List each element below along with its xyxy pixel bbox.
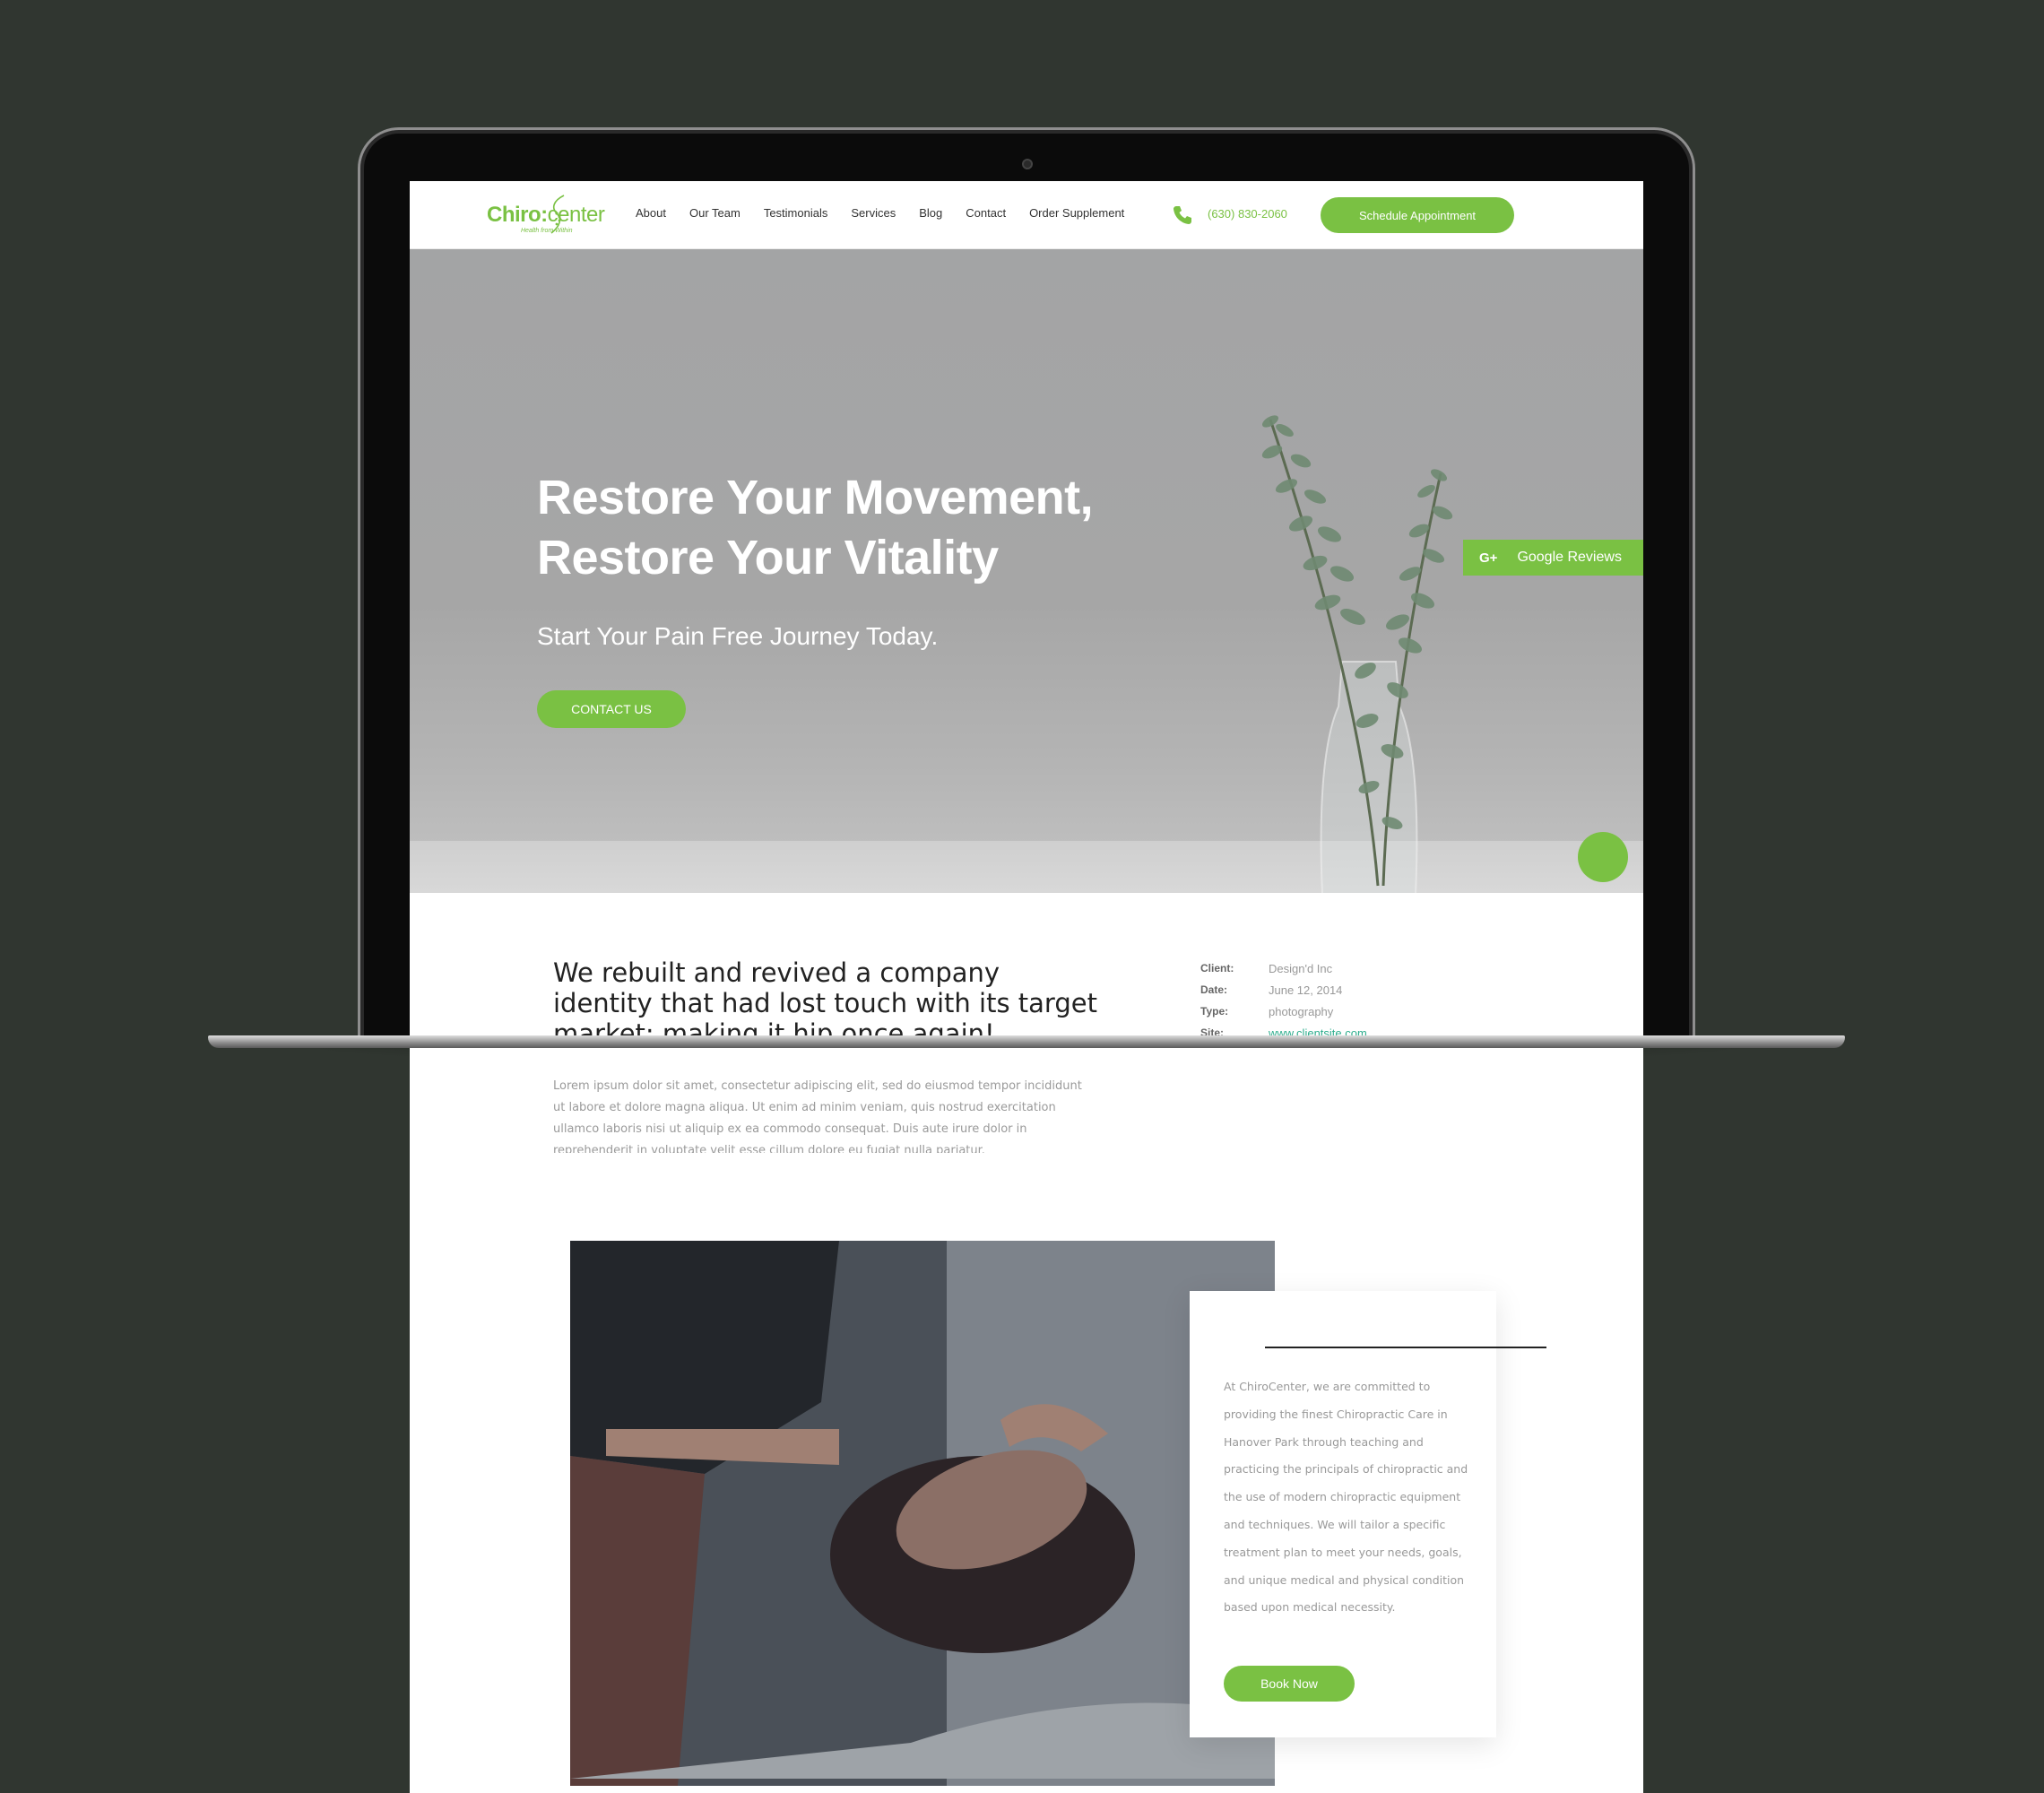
about-card-text: At ChiroCenter, we are committed to prov… (1224, 1380, 1468, 1615)
logo-tagline: Health from Within (521, 228, 573, 234)
hero-subtitle: Start Your Pain Free Journey Today. (537, 622, 939, 650)
chirocenter-logo[interactable]: Chiro:center Health from Within (487, 194, 621, 240)
meta-value: photography (1269, 1004, 1334, 1018)
main-nav: About Our Team Testimonials Services Blo… (636, 206, 1148, 220)
meta-value: Design'd Inc (1269, 961, 1333, 975)
chiropractic-treatment-photo (570, 1241, 1275, 1786)
nav-our-team[interactable]: Our Team (689, 206, 741, 220)
website-page: Chiro:center Health from Within About Ou… (410, 181, 1643, 1793)
meta-key: Client: (1200, 962, 1234, 974)
camera-icon (1022, 159, 1033, 169)
about-card: At ChiroCenter, we are committed to prov… (1190, 1291, 1546, 1737)
meta-key: Type: (1200, 1005, 1229, 1018)
nav-contact[interactable]: Contact (966, 206, 1006, 220)
project-meta: Client: Design'd Inc Date: June 12, 2014… (1200, 957, 1367, 1044)
schedule-appointment-button[interactable]: Schedule Appointment (1321, 197, 1514, 233)
logo-word-center: center (547, 203, 605, 227)
logo-word-chiro: Chiro (487, 203, 541, 227)
meta-key: Date: (1200, 983, 1228, 996)
contact-us-button[interactable]: CONTACT US (537, 690, 686, 728)
hero-title: Restore Your Movement, Restore Your Vita… (537, 468, 1218, 588)
floating-action-button[interactable] (1578, 832, 1628, 882)
eucalyptus-vase-illustration (1261, 415, 1453, 893)
meta-value: June 12, 2014 (1269, 983, 1343, 997)
meta-row-type: Type: photography (1200, 1000, 1367, 1022)
project-description: Lorem ipsum dolor sit amet, consectetur … (553, 1079, 1082, 1153)
card-divider (1265, 1347, 1546, 1348)
laptop-base (208, 1035, 1845, 1048)
treatment-photo-illustration (570, 1241, 1275, 1786)
google-reviews-label: Google Reviews (1517, 550, 1622, 565)
nav-order-supplement[interactable]: Order Supplement (1029, 206, 1124, 220)
google-reviews-tab[interactable]: G+ Google Reviews (1463, 540, 1643, 576)
nav-about[interactable]: About (636, 206, 666, 220)
hero-title-line-1: Restore Your Movement, (537, 471, 1094, 524)
site-header: Chiro:center Health from Within About Ou… (410, 181, 1643, 249)
meta-row-client: Client: Design'd Inc (1200, 957, 1367, 979)
nav-blog[interactable]: Blog (919, 206, 942, 220)
google-plus-icon: G+ (1479, 550, 1498, 566)
hero-section: Restore Your Movement, Restore Your Vita… (410, 249, 1643, 893)
hero-title-line-2: Restore Your Vitality (537, 531, 999, 585)
nav-services[interactable]: Services (851, 206, 896, 220)
book-now-button[interactable]: Book Now (1224, 1666, 1355, 1702)
logo-colon: : (541, 203, 548, 227)
phone-icon (1174, 206, 1191, 224)
meta-row-date: Date: June 12, 2014 (1200, 979, 1367, 1000)
nav-testimonials[interactable]: Testimonials (764, 206, 828, 220)
phone-number-link[interactable]: (630) 830-2060 (1208, 207, 1287, 221)
